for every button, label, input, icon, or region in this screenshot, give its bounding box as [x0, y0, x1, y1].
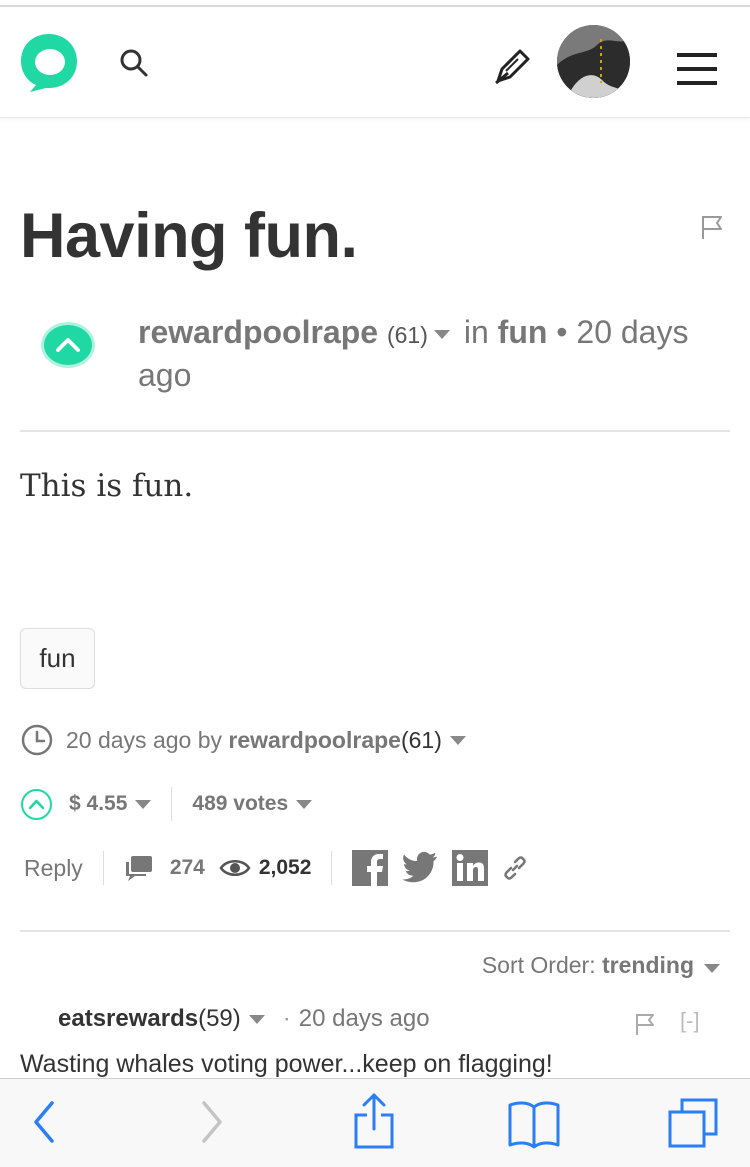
dot-separator: ·	[282, 1005, 291, 1032]
bullet-separator: •	[556, 314, 568, 350]
facebook-icon[interactable]	[352, 850, 389, 886]
divider	[20, 430, 730, 432]
payout-dropdown-icon[interactable]	[135, 799, 152, 809]
collapse-toggle[interactable]: [-]	[680, 1008, 700, 1034]
comment-icon[interactable]	[124, 854, 154, 882]
sort-value[interactable]: trending	[602, 952, 694, 978]
comment-time[interactable]: 20 days ago	[299, 1005, 430, 1033]
comment-count[interactable]: 274	[170, 856, 205, 880]
author-link[interactable]: rewardpoolrape	[138, 314, 378, 350]
vote-count[interactable]: 489 votes	[192, 792, 288, 816]
footer-author-dropdown-icon[interactable]	[449, 735, 466, 745]
share-icon[interactable]	[350, 1091, 398, 1151]
post-meta: 20 days ago by rewardpoolrape (61)	[20, 720, 466, 760]
vote-row: $ 4.55 489 votes	[20, 784, 313, 824]
comment-author-dropdown-icon[interactable]	[248, 1014, 265, 1024]
footer-time[interactable]: 20 days ago	[66, 727, 191, 754]
post-body: This is fun.	[20, 468, 194, 504]
pen-icon[interactable]	[492, 47, 532, 87]
back-icon[interactable]	[28, 1097, 58, 1147]
forward-icon[interactable]	[196, 1097, 226, 1147]
upvote-icon[interactable]	[20, 788, 53, 821]
twitter-icon[interactable]	[402, 850, 438, 886]
comment-header: eatsrewards (59) · 20 days ago	[58, 1005, 430, 1033]
flag-icon[interactable]	[700, 214, 724, 240]
eye-icon	[219, 860, 251, 876]
reply-button[interactable]: Reply	[24, 855, 83, 882]
sort-dropdown-icon[interactable]	[704, 964, 720, 973]
comment-author-link[interactable]: eatsrewards	[58, 1005, 198, 1033]
site-header	[0, 7, 750, 118]
separator	[171, 787, 173, 821]
votes-dropdown-icon[interactable]	[296, 799, 313, 809]
comment-body: Wasting whales voting power...keep on fl…	[20, 1050, 553, 1078]
upvote-icon[interactable]	[40, 320, 96, 370]
separator	[331, 851, 333, 885]
view-count: 2,052	[258, 856, 312, 879]
tag-fun[interactable]: fun	[20, 628, 95, 689]
action-row: Reply 274 2,052	[24, 848, 542, 888]
user-avatar[interactable]	[557, 25, 630, 98]
divider	[20, 930, 730, 932]
category-link[interactable]: fun	[498, 314, 548, 350]
steemit-logo-icon[interactable]	[18, 31, 80, 93]
post-title: Having fun.	[20, 201, 358, 271]
sort-label: Sort Order:	[481, 952, 596, 978]
separator	[102, 851, 104, 885]
hamburger-menu-icon[interactable]	[677, 53, 719, 89]
tabs-icon[interactable]	[666, 1097, 720, 1149]
in-label: in	[463, 314, 489, 350]
author-reputation: (61)	[386, 322, 428, 348]
author-dropdown-icon[interactable]	[433, 330, 450, 340]
linkedin-icon[interactable]	[452, 850, 489, 886]
search-icon[interactable]	[118, 47, 150, 79]
comment-author-reputation: (59)	[198, 1005, 241, 1032]
link-icon[interactable]	[502, 855, 528, 881]
payout-amount[interactable]: $ 4.55	[69, 792, 127, 816]
flag-icon[interactable]	[634, 1012, 656, 1036]
footer-author-reputation: (61)	[400, 726, 442, 753]
by-label: by	[197, 726, 223, 753]
bookmarks-icon[interactable]	[506, 1099, 562, 1149]
sort-order[interactable]: Sort Order: trending	[482, 952, 720, 979]
browser-toolbar	[0, 1078, 750, 1167]
post-author-line: rewardpoolrape (61) in fun • 20 days ago	[138, 312, 708, 395]
clock-icon	[21, 724, 53, 756]
footer-author-link[interactable]: rewardpoolrape	[228, 727, 401, 754]
